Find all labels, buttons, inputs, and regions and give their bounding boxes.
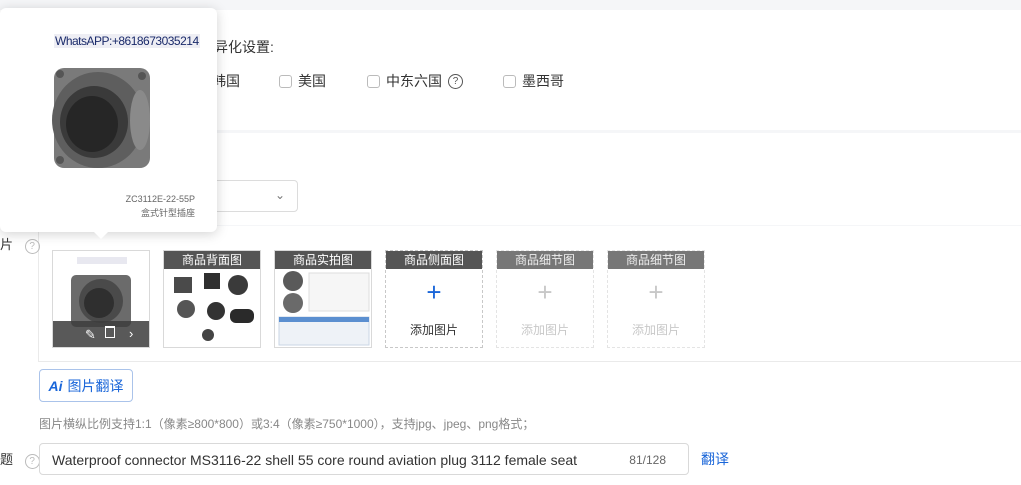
plus-icon: + [537,277,553,307]
ai-icon: Ai [48,377,63,394]
image-slot-detail-1[interactable]: 商品细节图 + 添加图片 [496,250,594,348]
image-toolbar: ✎ › [53,321,149,347]
country-label: 墨西哥 [522,73,564,89]
add-image-label: 添加图片 [409,323,458,337]
title-translate-link[interactable]: 翻译 [701,449,729,469]
popup-model: ZC3112E-22-55P [125,194,195,204]
image-slot-detail-2[interactable]: 商品细节图 + 添加图片 [607,250,705,348]
title-input[interactable]: Waterproof connector MS3116-22 shell 55 … [39,443,689,475]
slot-tag: 商品实拍图 [275,251,371,269]
trash-icon[interactable] [105,326,115,338]
connector-image [52,68,150,168]
slot-tag: 商品细节图 [497,251,593,269]
country-usa[interactable]: 美国 [279,71,326,91]
checkbox[interactable] [503,74,516,88]
slot-tag: 商品细节图 [608,251,704,269]
images-label-text: 片 [0,237,14,252]
title-input-value: Waterproof connector MS3116-22 shell 55 … [52,452,578,468]
chevron-down-icon: ⌄ [274,188,285,202]
title-label-text: 题 [0,452,14,467]
country-label: 美国 [298,73,326,89]
plus-icon: + [426,277,442,307]
popup-arrow [94,232,108,239]
image-slot-real[interactable]: 商品实拍图 [274,250,372,348]
popup-watermark: WhatsAPP:+8618673035214 [54,34,200,48]
char-count: 81/128 [629,453,666,467]
country-label: 中东六国 [386,73,442,89]
country-mexico[interactable]: 墨西哥 [503,71,564,91]
help-icon[interactable]: ? [24,454,40,469]
translate-button-label: 图片翻译 [67,377,124,394]
add-image-label: 添加图片 [631,323,680,337]
image-slot-back[interactable]: 商品背面图 [163,250,261,348]
images-section-label: 片 ? [0,234,40,254]
image-slot-side[interactable]: 商品侧面图 + 添加图片 [385,250,483,348]
image-slot-main[interactable]: ✎ › [52,250,150,348]
edit-icon[interactable]: ✎ [85,327,96,343]
add-image-label: 添加图片 [520,323,569,337]
image-preview-popup: WhatsAPP:+8618673035214 ZC3112E-22-55P 盒… [0,8,217,239]
slot-tag: 商品背面图 [164,251,260,269]
help-icon[interactable]: ? [24,239,40,254]
image-hint: 图片横纵比例支持1:1（像素≥800*800）或3:4（像素≥750*1000）… [39,417,535,431]
checkbox[interactable] [367,74,380,88]
checkbox[interactable] [279,74,292,88]
country-middle-east[interactable]: 中东六国 ? [367,71,463,91]
chevron-right-icon[interactable]: › [129,326,133,341]
plus-icon: + [648,277,664,307]
image-translate-button[interactable]: Ai 图片翻译 [39,369,133,402]
title-label: 题 ? [0,449,40,469]
popup-desc: 盒式针型插座 [140,208,195,218]
slot-tag: 商品侧面图 [386,251,482,269]
help-icon[interactable]: ? [448,73,463,89]
